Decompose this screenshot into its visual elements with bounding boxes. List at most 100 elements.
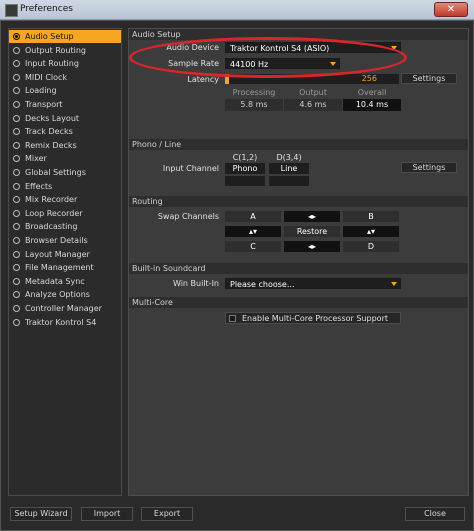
deck-c-button[interactable]: C bbox=[225, 241, 281, 252]
radio-dot-icon bbox=[13, 250, 20, 258]
main-panel: Audio Setup Audio Device Traktor Kontrol… bbox=[128, 28, 469, 496]
sidebar-item-label: Mix Recorder bbox=[25, 195, 78, 205]
channel-c-label: C(1,2) bbox=[232, 153, 258, 162]
swap-cd-button[interactable]: ◂▸ bbox=[284, 241, 340, 252]
channel-d-select[interactable]: Line bbox=[269, 163, 309, 174]
sidebar-item-label: Transport bbox=[25, 100, 63, 109]
sidebar-item-analyze-options[interactable]: Analyze Options bbox=[9, 288, 121, 301]
latency-label: Latency bbox=[187, 75, 219, 84]
sidebar-item-browser-details[interactable]: Browser Details bbox=[9, 234, 121, 247]
sidebar-item-global-settings[interactable]: Global Settings bbox=[9, 166, 121, 179]
sidebar-item-label: Effects bbox=[25, 181, 53, 191]
output-value: 4.6 ms bbox=[284, 99, 342, 111]
export-button[interactable]: Export bbox=[141, 507, 193, 521]
processing-label: Processing bbox=[232, 88, 276, 97]
channel-c-select[interactable]: Phono bbox=[225, 163, 265, 174]
radio-dot-icon bbox=[13, 277, 20, 285]
latency-value: 256 bbox=[361, 74, 377, 83]
sidebar-item-label: Remix Decks bbox=[25, 140, 77, 150]
overall-label: Overall bbox=[357, 88, 387, 97]
sidebar-item-file-management[interactable]: File Management bbox=[9, 261, 121, 274]
input-channel-label: Input Channel bbox=[162, 164, 219, 173]
radio-dot-icon bbox=[13, 73, 20, 81]
radio-dot-icon bbox=[13, 128, 20, 136]
radio-dot-icon bbox=[13, 46, 20, 54]
sidebar-item-output-routing[interactable]: Output Routing bbox=[9, 44, 121, 57]
radio-dot-icon bbox=[13, 141, 20, 149]
sidebar-item-metadata-sync[interactable]: Metadata Sync bbox=[9, 275, 121, 288]
deck-a-button[interactable]: A bbox=[225, 211, 281, 222]
swap-channels-label: Swap Channels bbox=[157, 212, 219, 221]
title-bar: Preferences bbox=[0, 0, 474, 20]
sidebar-item-traktor-kontrol-s4[interactable]: Traktor Kontrol S4 bbox=[9, 316, 121, 329]
sidebar-item-track-decks[interactable]: Track Decks bbox=[9, 125, 121, 138]
sidebar-item-input-routing[interactable]: Input Routing bbox=[9, 57, 121, 70]
import-button[interactable]: Import bbox=[81, 507, 133, 521]
section-header-phono-line: Phono / Line bbox=[129, 139, 468, 150]
sidebar-item-controller-manager[interactable]: Controller Manager bbox=[9, 302, 121, 315]
sidebar-item-decks-layout[interactable]: Decks Layout bbox=[9, 112, 121, 125]
deck-d-button[interactable]: D bbox=[343, 241, 399, 252]
radio-dot-icon bbox=[13, 209, 20, 217]
radio-dot-icon bbox=[13, 264, 20, 272]
sidebar-item-label: Loop Recorder bbox=[25, 208, 83, 218]
sidebar-item-mix-recorder[interactable]: Mix Recorder bbox=[9, 193, 121, 206]
sidebar-item-loop-recorder[interactable]: Loop Recorder bbox=[9, 207, 121, 220]
sidebar-item-loading[interactable]: Loading bbox=[9, 84, 121, 97]
red-highlight-oval bbox=[129, 37, 407, 78]
radio-dot-icon bbox=[13, 237, 20, 244]
sidebar-item-label: Track Decks bbox=[25, 127, 73, 137]
radio-dot-icon bbox=[13, 291, 20, 299]
swap-ac-button[interactable]: ▴▾ bbox=[225, 226, 281, 237]
sidebar-item-label: Analyze Options bbox=[25, 290, 90, 300]
sidebar-item-broadcasting[interactable]: Broadcasting bbox=[9, 220, 121, 233]
multi-core-label: Enable Multi-Core Processor Support bbox=[242, 314, 388, 323]
swap-ab-button[interactable]: ◂▸ bbox=[284, 211, 340, 222]
win-builtin-value: Please choose... bbox=[230, 280, 295, 289]
sidebar-item-label: Controller Manager bbox=[25, 304, 102, 313]
radio-dot-icon bbox=[13, 196, 20, 204]
multi-core-checkbox[interactable] bbox=[229, 315, 236, 322]
sidebar-item-audio-setup[interactable]: Audio Setup bbox=[9, 30, 121, 43]
radio-dot-icon bbox=[13, 60, 20, 68]
radio-dot-icon bbox=[13, 114, 20, 122]
win-builtin-dropdown[interactable]: Please choose... bbox=[225, 278, 401, 289]
sidebar-item-midi-clock[interactable]: MIDI Clock bbox=[9, 71, 121, 84]
close-button[interactable]: Close bbox=[405, 507, 465, 521]
radio-dot-icon bbox=[13, 182, 20, 190]
sidebar-item-label: File Management bbox=[25, 263, 94, 273]
radio-dot-icon bbox=[13, 223, 20, 231]
section-header-routing: Routing bbox=[129, 196, 468, 207]
sidebar-item-transport[interactable]: Transport bbox=[9, 98, 121, 111]
channel-c-extra bbox=[225, 176, 265, 186]
radio-dot-icon bbox=[13, 87, 20, 95]
restore-button[interactable]: Restore bbox=[284, 226, 340, 237]
sidebar-item-label: MIDI Clock bbox=[25, 72, 68, 82]
output-label: Output bbox=[299, 88, 327, 97]
setup-wizard-button[interactable]: Setup Wizard bbox=[10, 507, 72, 521]
sidebar-item-label: Mixer bbox=[25, 154, 47, 164]
swap-bd-button[interactable]: ▴▾ bbox=[343, 226, 399, 237]
deck-b-button[interactable]: B bbox=[343, 211, 399, 222]
sidebar-item-mixer[interactable]: Mixer bbox=[9, 152, 121, 165]
sidebar-item-remix-decks[interactable]: Remix Decks bbox=[9, 139, 121, 152]
sidebar-item-label: Loading bbox=[25, 86, 57, 96]
multi-core-checkbox-row[interactable]: Enable Multi-Core Processor Support bbox=[225, 312, 401, 324]
channel-d-label: D(3,4) bbox=[276, 153, 302, 162]
window-close-button[interactable]: ✕ bbox=[434, 2, 468, 17]
sidebar: Audio Setup Output Routing Input Routing MI… bbox=[8, 28, 122, 496]
sidebar-item-effects[interactable]: Effects bbox=[9, 180, 121, 193]
sidebar-item-layout-manager[interactable]: Layout Manager bbox=[9, 248, 121, 261]
win-builtin-label: Win Built-In bbox=[172, 279, 219, 288]
sidebar-item-label: Layout Manager bbox=[25, 249, 90, 259]
phono-settings-button[interactable]: Settings bbox=[401, 162, 457, 173]
radio-dot-icon bbox=[13, 305, 20, 312]
window-title: Preferences bbox=[20, 4, 73, 14]
overall-value: 10.4 ms bbox=[343, 99, 401, 111]
latency-settings-button[interactable]: Settings bbox=[401, 73, 457, 84]
sidebar-item-label: Decks Layout bbox=[25, 113, 80, 123]
sidebar-item-label: Browser Details bbox=[25, 236, 88, 245]
radio-dot-icon bbox=[13, 155, 20, 163]
sidebar-item-label: Output Routing bbox=[25, 45, 87, 55]
app-icon bbox=[5, 4, 18, 17]
